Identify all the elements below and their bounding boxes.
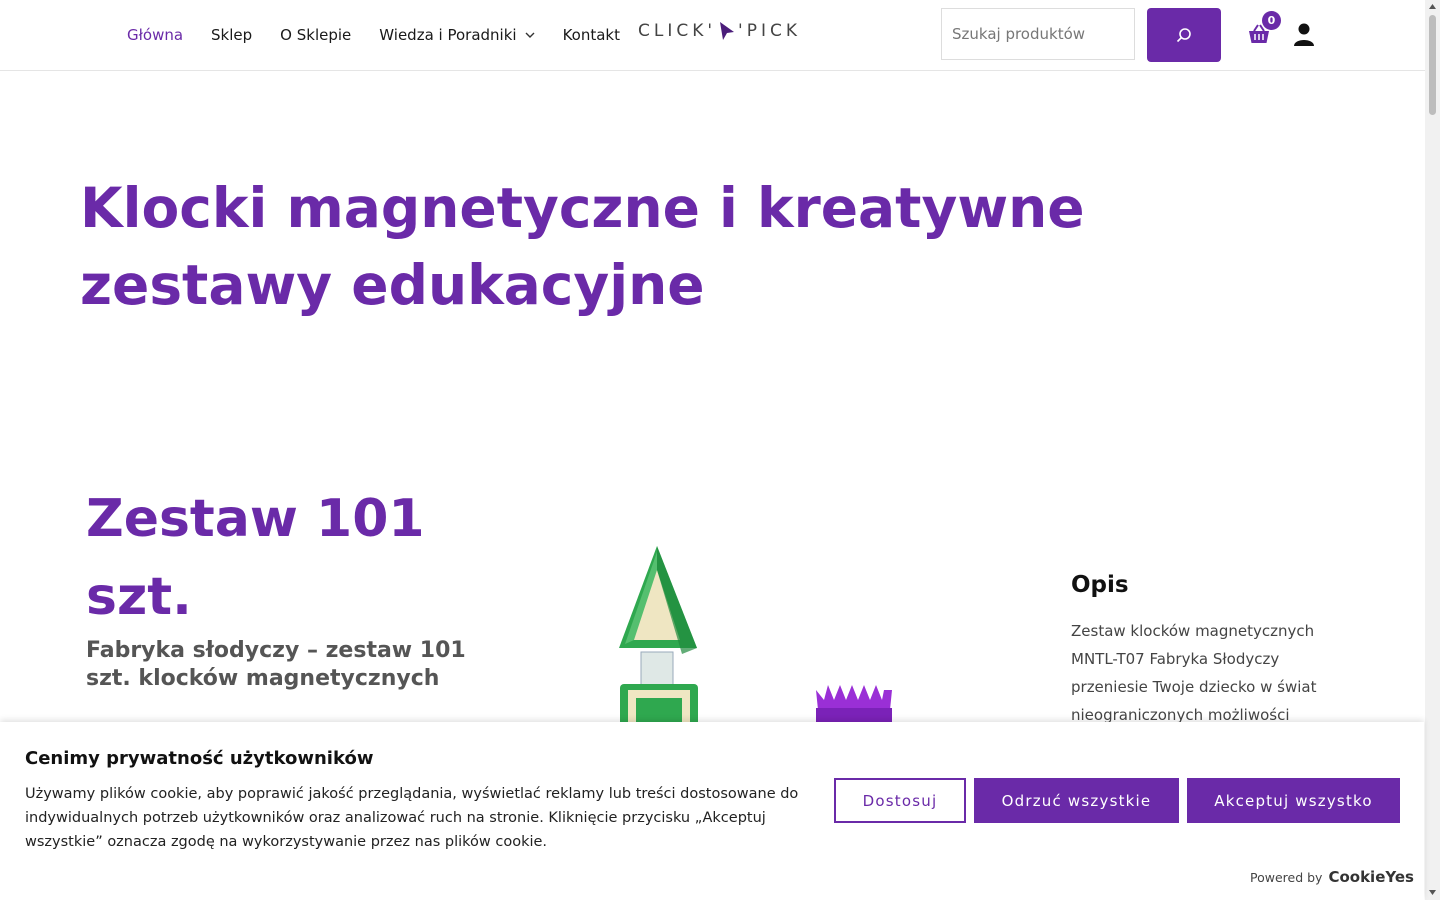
cookie-text: Używamy plików cookie, aby poprawić jako…	[25, 786, 799, 850]
nav-item-shop[interactable]: Sklep	[211, 26, 252, 44]
product-subtitle: Fabryka słodyczy – zestaw 101 szt. klock…	[86, 638, 466, 691]
scrollbar-thumb[interactable]	[1429, 15, 1436, 115]
product-title: Zestaw 101 szt.	[86, 489, 425, 627]
main-nav: Główna Sklep O Sklepie Wiedza i Poradnik…	[127, 0, 648, 70]
description-heading: Opis	[1071, 572, 1129, 598]
cookie-reject-all-button[interactable]: Odrzuć wszystkie	[974, 778, 1179, 823]
cookie-banner: Cenimy prywatność użytkowników Używamy p…	[0, 722, 1424, 900]
cookie-title: Cenimy prywatność użytkowników	[25, 748, 374, 769]
cookieyes-logo[interactable]: CookieYes	[1328, 868, 1414, 886]
chevron-down-icon	[525, 32, 535, 38]
cart-count-badge: 0	[1262, 11, 1281, 30]
cursor-arrow-icon	[720, 22, 735, 40]
cookie-customize-button[interactable]: Dostosuj	[834, 778, 966, 823]
logo-text-right: 'PICK	[738, 21, 802, 41]
scroll-up-arrow-icon[interactable]	[1429, 3, 1436, 11]
powered-by-label: Powered by	[1250, 869, 1323, 885]
nav-item-contact[interactable]: Kontakt	[563, 26, 620, 44]
user-icon[interactable]	[1293, 23, 1315, 47]
scroll-down-arrow-icon[interactable]	[1429, 888, 1436, 896]
search-input[interactable]	[941, 8, 1135, 60]
nav-item-knowledge-label: Wiedza i Poradniki	[379, 26, 517, 44]
search-button[interactable]	[1147, 8, 1221, 62]
hero-title: Klocki magnetyczne i kreatywne zestawy e…	[80, 176, 1085, 317]
site-header: Główna Sklep O Sklepie Wiedza i Poradnik…	[0, 0, 1425, 71]
product-image[interactable]	[600, 540, 920, 730]
nav-item-knowledge[interactable]: Wiedza i Poradniki	[379, 26, 535, 44]
search-icon	[1176, 28, 1191, 43]
site-logo[interactable]: CLICK' 'PICK	[638, 20, 801, 42]
description-text: Zestaw klocków magnetycznych MNTL-T07 Fa…	[1071, 622, 1317, 724]
powered-by: Powered by CookieYes	[1250, 868, 1414, 886]
nav-item-about[interactable]: O Sklepie	[280, 26, 351, 44]
cookie-accept-all-button[interactable]: Akceptuj wszystko	[1187, 778, 1400, 823]
page-scrollbar[interactable]	[1425, 0, 1440, 900]
nav-item-home[interactable]: Główna	[127, 26, 183, 44]
logo-text-left: CLICK'	[638, 21, 717, 41]
